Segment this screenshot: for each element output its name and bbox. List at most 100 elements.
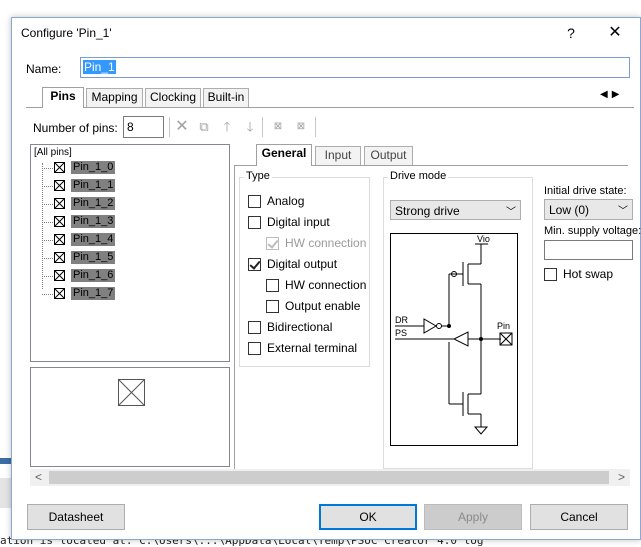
drive-mode-title: Drive mode xyxy=(388,170,449,182)
tab-input[interactable]: Input xyxy=(315,146,361,165)
bidirectional-label: Bidirectional xyxy=(267,320,333,334)
digital-input-checkbox[interactable] xyxy=(248,216,261,229)
hot-swap-label: Hot swap xyxy=(563,267,614,281)
pin-label: Pin xyxy=(497,321,511,331)
drive-mode-value: Strong drive xyxy=(395,204,460,218)
delete-icon[interactable]: ✕ xyxy=(173,118,191,136)
initial-drive-state-label: Initial drive state: xyxy=(544,185,627,197)
tab-pins[interactable]: Pins xyxy=(42,87,84,108)
move-down-icon[interactable]: 🡓 xyxy=(241,118,259,136)
pin-tree[interactable]: [All pins] Pin_1_0 Pin_1_1 Pin_1_2 Pin_1… xyxy=(30,144,230,362)
pin-label[interactable]: Pin_1_0 xyxy=(71,161,116,174)
tree-connector xyxy=(42,168,53,169)
horizontal-scrollbar[interactable]: < > xyxy=(30,469,630,486)
scroll-right-icon[interactable]: > xyxy=(613,469,630,486)
number-of-pins-label: Number of pins: xyxy=(33,121,118,135)
pin-checkbox[interactable] xyxy=(54,162,65,173)
pin-preview-panel xyxy=(30,367,230,467)
pin-checkbox[interactable] xyxy=(54,288,65,299)
vio-label: Vio xyxy=(477,234,490,244)
number-of-pins-input[interactable]: 8 xyxy=(123,116,164,138)
tree-connector xyxy=(42,222,53,223)
drive-mode-schematic: Vio DR PS Pin xyxy=(390,233,518,446)
pin-symbol-icon xyxy=(118,379,145,406)
name-label: Name: xyxy=(26,62,62,76)
apply-button: Apply xyxy=(424,504,522,530)
drive-mode-select[interactable]: Strong drive ﹀ xyxy=(390,200,521,220)
tab-general[interactable]: General xyxy=(256,144,312,166)
ps-label: PS xyxy=(395,328,408,338)
swap-icon[interactable]: ⧉ xyxy=(195,118,213,136)
bidirectional-checkbox[interactable] xyxy=(248,321,261,334)
toolbar-separator xyxy=(262,117,263,137)
digital-output-checkbox[interactable] xyxy=(248,258,261,271)
min-supply-voltage-input[interactable] xyxy=(544,240,633,260)
pin-checkbox[interactable] xyxy=(54,270,65,281)
cancel-button[interactable]: Cancel xyxy=(530,504,628,530)
panel-border xyxy=(234,165,235,469)
pin-checkbox[interactable] xyxy=(54,216,65,227)
tree-connector xyxy=(42,294,53,295)
pin-label[interactable]: Pin_1_2 xyxy=(71,197,116,210)
analog-label: Analog xyxy=(267,194,305,208)
ok-button[interactable]: OK xyxy=(319,504,417,530)
help-button[interactable]: ? xyxy=(560,22,582,44)
name-field[interactable]: Pin_1 xyxy=(80,57,630,78)
close-button[interactable]: ✕ xyxy=(603,22,627,44)
tab-clocking[interactable]: Clocking xyxy=(145,88,201,107)
type-group: Type Analog Digital input HW connection … xyxy=(239,170,370,367)
tab-built-in[interactable]: Built-in xyxy=(203,88,249,107)
toolbar-separator xyxy=(169,117,170,137)
pin-label[interactable]: Pin_1_5 xyxy=(71,251,116,264)
move-up-icon[interactable]: 🡑 xyxy=(218,118,236,136)
initial-drive-state-value: Low (0) xyxy=(549,203,590,217)
configure-dialog: Configure 'Pin_1' ? ✕ Name: Pin_1 Pins M… xyxy=(11,17,641,540)
pin-config-panel: General Input Output Type Analog Digital… xyxy=(234,143,641,469)
external-terminal-label: External terminal xyxy=(267,341,358,355)
split-icon[interactable]: ⊠ xyxy=(269,118,287,136)
chevron-down-icon: ﹀ xyxy=(506,207,516,218)
output-enable-label: Output enable xyxy=(285,299,361,313)
scroll-left-icon[interactable]: < xyxy=(30,469,47,486)
tab-mapping[interactable]: Mapping xyxy=(86,88,143,107)
pin-label[interactable]: Pin_1_4 xyxy=(71,233,116,246)
pin-label[interactable]: Pin_1_1 xyxy=(71,179,116,192)
external-terminal-checkbox[interactable] xyxy=(248,342,261,355)
scrollbar-thumb[interactable] xyxy=(49,471,609,484)
merge-icon[interactable]: ⊠ xyxy=(292,118,310,136)
tab-scroll-left-icon[interactable]: ◀ xyxy=(600,89,612,100)
input-hw-connection-checkbox xyxy=(266,237,279,250)
output-enable-checkbox[interactable] xyxy=(266,300,279,313)
pin-label[interactable]: Pin_1_3 xyxy=(71,215,116,228)
tree-connector xyxy=(42,258,53,259)
pin-checkbox[interactable] xyxy=(54,234,65,245)
toolbar-separator xyxy=(315,117,316,137)
dr-label: DR xyxy=(395,315,408,325)
dialog-title: Configure 'Pin_1' xyxy=(21,26,112,40)
tree-connector xyxy=(42,186,53,187)
tree-root-all-pins[interactable]: [All pins] xyxy=(34,147,72,158)
input-hw-connection-label: HW connection xyxy=(285,236,367,250)
name-value: Pin_1 xyxy=(83,60,116,74)
datasheet-button[interactable]: Datasheet xyxy=(27,504,125,530)
output-hw-connection-checkbox[interactable] xyxy=(266,279,279,292)
tab-output[interactable]: Output xyxy=(364,146,413,165)
pin-checkbox[interactable] xyxy=(54,180,65,191)
initial-drive-state-select[interactable]: Low (0) ﹀ xyxy=(544,199,633,220)
title-bar: Configure 'Pin_1' ? ✕ xyxy=(12,18,640,48)
analog-checkbox[interactable] xyxy=(248,195,261,208)
pin-label[interactable]: Pin_1_6 xyxy=(71,269,116,282)
schematic-drawing xyxy=(395,243,513,435)
digital-input-label: Digital input xyxy=(267,215,330,229)
digital-output-label: Digital output xyxy=(267,257,338,271)
pin-checkbox[interactable] xyxy=(54,252,65,263)
tab-scroll-right-icon[interactable]: ▶ xyxy=(612,89,624,100)
tree-connector xyxy=(42,204,53,205)
tree-connector xyxy=(42,276,53,277)
pin-checkbox[interactable] xyxy=(54,198,65,209)
min-supply-voltage-label: Min. supply voltage: xyxy=(544,225,641,237)
pin-label[interactable]: Pin_1_7 xyxy=(71,287,116,300)
tabs-underline xyxy=(26,107,634,108)
tree-connector xyxy=(42,163,43,289)
hot-swap-checkbox[interactable] xyxy=(544,268,557,281)
